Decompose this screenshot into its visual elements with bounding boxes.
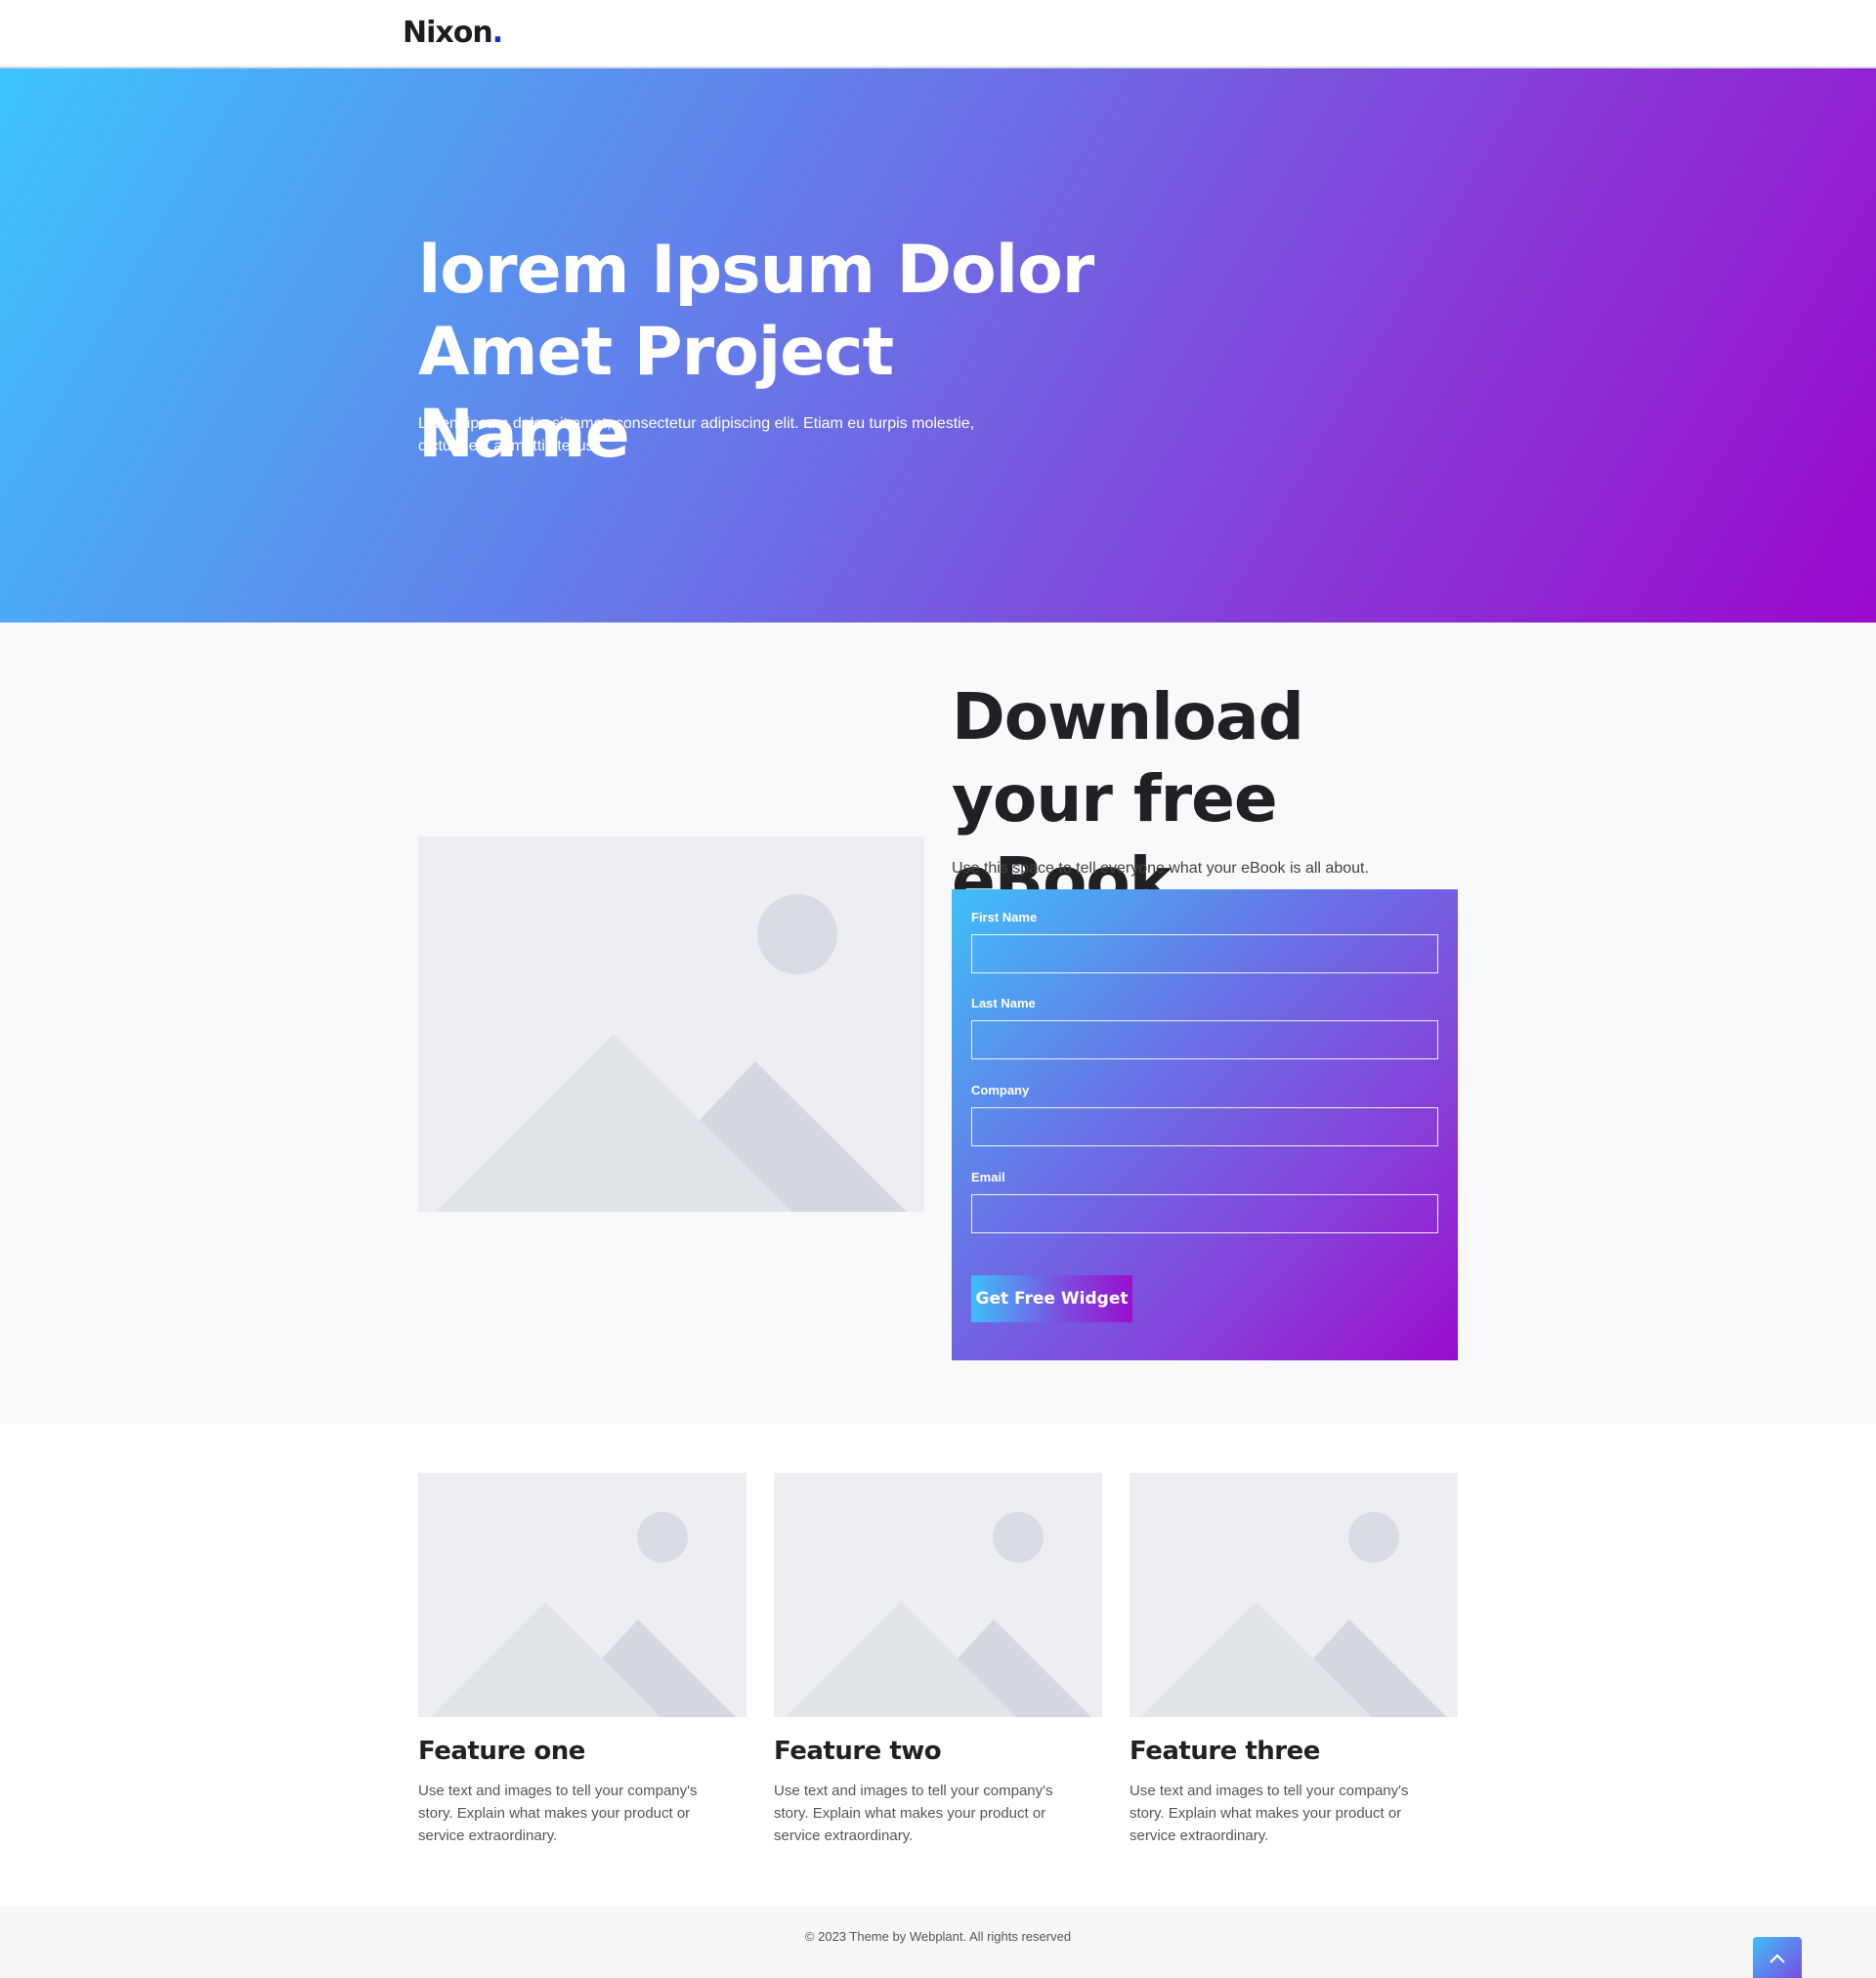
- copyright-text: © 2023 Theme by Webplant. All rights res…: [804, 1929, 1072, 1944]
- image-placeholder-icon: [1141, 1512, 1447, 1717]
- feature-title: Feature two: [774, 1737, 942, 1766]
- feature-image-placeholder: [418, 1473, 746, 1717]
- site-header: Nixon.: [0, 0, 1876, 68]
- features-section: Feature one Use text and images to tell …: [0, 1424, 1876, 1906]
- logo-text: Nixon: [403, 16, 493, 50]
- hero-section: lorem Ipsum Dolor Amet Project Name Lore…: [0, 68, 1876, 623]
- get-free-widget-button[interactable]: Get Free Widget: [971, 1275, 1132, 1322]
- feature-card: Feature three Use text and images to tel…: [1130, 1473, 1458, 1847]
- feature-text: Use text and images to tell your company…: [774, 1783, 1053, 1844]
- ebook-title: Download your free eBook: [952, 679, 1304, 919]
- ebook-description: Use this space to tell everyone what you…: [952, 860, 1369, 877]
- feature-text: Use text and images to tell your company…: [418, 1783, 698, 1844]
- feature-card: Feature two Use text and images to tell …: [774, 1473, 1102, 1847]
- logo-dot: .: [491, 16, 503, 50]
- logo[interactable]: Nixon.: [403, 16, 503, 50]
- ebook-form: First Name Last Name Company Email Get F…: [952, 889, 1458, 1360]
- first-name-label: First Name: [971, 910, 1038, 924]
- email-field[interactable]: [971, 1194, 1438, 1233]
- feature-card: Feature one Use text and images to tell …: [418, 1473, 746, 1847]
- last-name-label: Last Name: [971, 996, 1036, 1010]
- hero-subtitle: Lorem ipsum dolor sit amet, consectetur …: [418, 415, 975, 454]
- scroll-to-top-button[interactable]: [1753, 1937, 1802, 1978]
- image-placeholder-icon: [786, 1512, 1091, 1717]
- feature-title: Feature three: [1130, 1737, 1320, 1766]
- feature-title: Feature one: [418, 1737, 585, 1766]
- site-footer: © 2023 Theme by Webplant. All rights res…: [0, 1906, 1876, 1978]
- feature-image-placeholder: [774, 1473, 1102, 1717]
- ebook-image-placeholder: [418, 837, 924, 1212]
- ebook-section: Download your free eBook Use this space …: [0, 623, 1876, 1424]
- image-placeholder-icon: [436, 894, 907, 1212]
- company-label: Company: [971, 1083, 1030, 1097]
- last-name-field[interactable]: [971, 1020, 1438, 1059]
- image-placeholder-icon: [430, 1512, 736, 1717]
- chevron-up-icon: [1769, 1954, 1785, 1963]
- feature-text: Use text and images to tell your company…: [1130, 1783, 1409, 1844]
- company-field[interactable]: [971, 1107, 1438, 1146]
- email-label: Email: [971, 1170, 1005, 1184]
- feature-image-placeholder: [1130, 1473, 1458, 1717]
- first-name-field[interactable]: [971, 934, 1438, 973]
